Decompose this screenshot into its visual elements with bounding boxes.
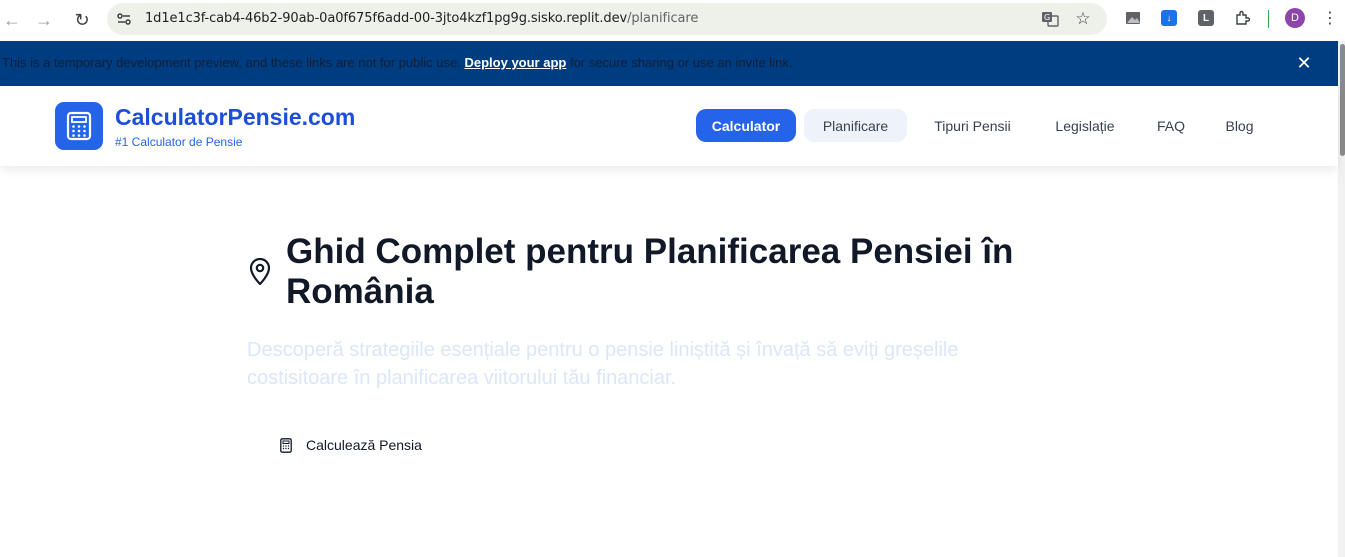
extension-image-icon[interactable] bbox=[1122, 7, 1144, 29]
extension-letter-icon[interactable]: L bbox=[1195, 7, 1217, 29]
url-text: 1d1e1c3f-cab4-46b2-90ab-0a0f675f6add-00-… bbox=[145, 11, 699, 26]
calculate-pension-label: Calculează Pensia bbox=[306, 437, 422, 453]
banner-message: This is a temporary development preview,… bbox=[2, 55, 793, 70]
calculator-logo-icon[interactable] bbox=[55, 102, 103, 150]
page-title: Ghid Complet pentru Planificarea Pensiei… bbox=[286, 232, 1014, 311]
nav-blog[interactable]: Blog bbox=[1212, 109, 1267, 142]
calculate-pension-button[interactable]: Calculează Pensia bbox=[280, 434, 422, 456]
site-settings-icon[interactable] bbox=[113, 8, 135, 30]
browser-menu-icon[interactable]: ⋮ bbox=[1319, 7, 1341, 29]
translate-icon[interactable]: G bbox=[1039, 8, 1061, 30]
close-icon[interactable]: ✕ bbox=[1292, 51, 1316, 75]
toolbar-divider bbox=[1268, 10, 1269, 28]
site-header: CalculatorPensie.com #1 Calculator de Pe… bbox=[0, 86, 1338, 166]
reload-icon[interactable]: ↻ bbox=[70, 8, 94, 32]
back-arrow-icon[interactable]: ← bbox=[0, 8, 24, 32]
site-logo-subtitle: #1 Calculator de Pensie bbox=[115, 135, 243, 149]
scrollbar-thumb[interactable] bbox=[1340, 44, 1345, 156]
nav-planificare[interactable]: Planificare bbox=[804, 109, 907, 142]
calculator-icon bbox=[280, 437, 292, 453]
nav-calculator[interactable]: Calculator bbox=[696, 109, 796, 142]
extensions-puzzle-icon[interactable] bbox=[1231, 7, 1253, 29]
nav-faq[interactable]: FAQ bbox=[1145, 109, 1197, 142]
map-pin-icon bbox=[249, 258, 271, 286]
page-lead: Descoperă strategiile esențiale pentru o… bbox=[247, 339, 959, 389]
deploy-app-link[interactable]: Deploy your app bbox=[464, 55, 566, 70]
forward-arrow-icon[interactable]: → bbox=[32, 8, 56, 32]
address-bar[interactable]: 1d1e1c3f-cab4-46b2-90ab-0a0f675f6add-00-… bbox=[107, 3, 1107, 35]
nav-legislatie[interactable]: Legislație bbox=[1040, 109, 1130, 142]
site-logo-title[interactable]: CalculatorPensie.com bbox=[115, 104, 355, 131]
browser-toolbar: ← → ↻ 1d1e1c3f-cab4-46b2-90ab-0a0f675f6a… bbox=[0, 0, 1345, 40]
nav-tipuri-pensii[interactable]: Tipuri Pensii bbox=[919, 109, 1026, 142]
profile-avatar[interactable]: D bbox=[1284, 7, 1306, 29]
bookmark-star-icon[interactable]: ☆ bbox=[1072, 8, 1094, 30]
svg-text:G: G bbox=[1044, 13, 1050, 22]
extension-download-icon[interactable]: ↓ bbox=[1158, 7, 1180, 29]
dev-preview-banner: This is a temporary development preview,… bbox=[0, 41, 1338, 86]
